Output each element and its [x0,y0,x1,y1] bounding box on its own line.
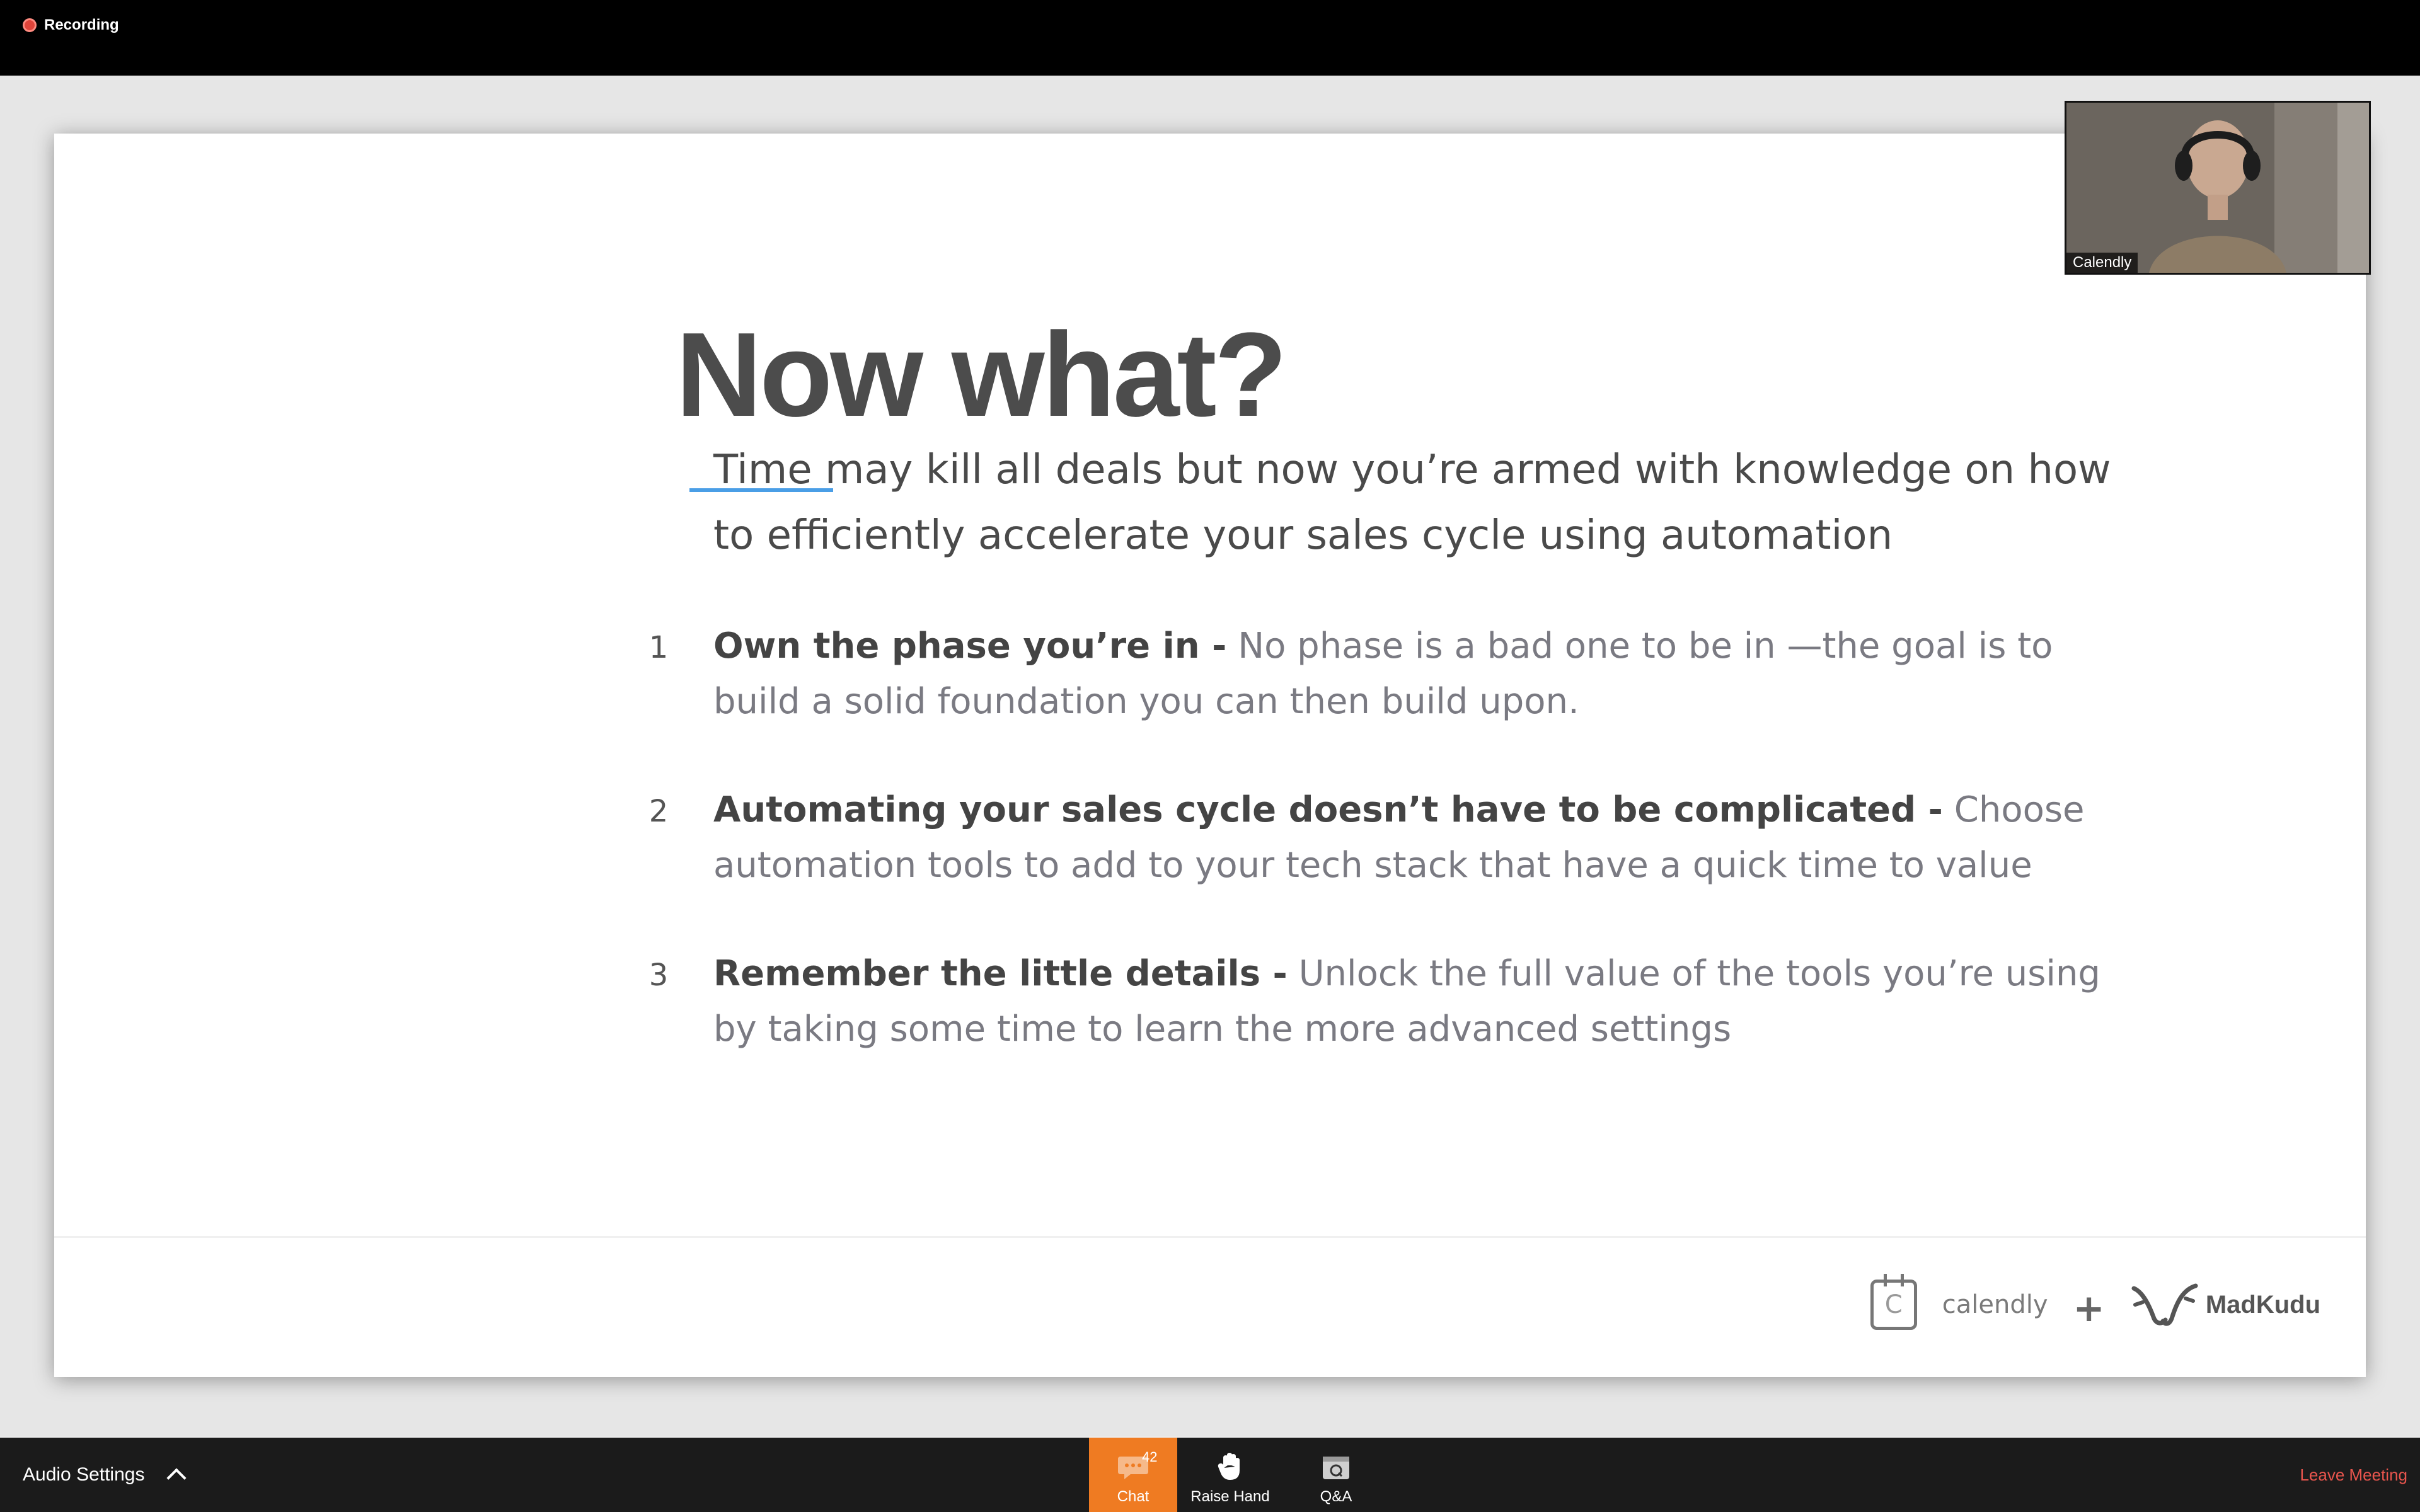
list-item-text: Automating your sales cycle doesn’t have… [713,782,2119,893]
leave-meeting-button[interactable]: Leave Meeting [2300,1465,2407,1485]
calendly-icon-letter: C [1884,1290,1903,1319]
list-item-heading: Automating your sales cycle doesn’t have… [713,789,1943,830]
participant-name: Calendly [2066,253,2138,273]
speaker-video-image [2066,103,2369,273]
recording-label: Recording [44,16,119,33]
participant-video[interactable]: Calendly [2065,101,2371,275]
footer-logos: C calendly + MadKudu [1870,1274,2320,1331]
list-item: 3 Remember the little details - Unlock t… [637,946,2149,1110]
calendly-logo-text: calendly [1942,1290,2048,1319]
meeting-controls-bar: Audio Settings 42 Chat Raise Hand Q&A Le… [0,1438,2420,1512]
qa-button[interactable]: Q&A [1292,1446,1380,1512]
chevron-up-icon[interactable] [166,1468,187,1488]
calendly-logo-icon: C [1870,1274,1917,1330]
chat-label: Chat [1117,1488,1150,1505]
raise-hand-icon [1218,1453,1240,1480]
qa-label: Q&A [1320,1488,1352,1505]
audio-settings-label: Audio Settings [23,1464,145,1485]
list-item-text: Remember the little details - Unlock the… [713,946,2119,1057]
list-item-number: 3 [648,958,669,993]
list-item: 2 Automating your sales cycle doesn’t ha… [637,782,2149,946]
plus-sign: + [2073,1286,2105,1331]
slide-intro: Time may kill all deals but now you’re a… [713,447,2111,559]
list-item-heading: Remember the little details - [713,953,1288,994]
takeaway-list: 1 Own the phase you’re in - No phase is … [637,619,2149,1110]
recording-indicator: Recording [23,16,119,34]
audio-settings-button[interactable]: Audio Settings [23,1464,187,1488]
footer-divider [54,1236,2366,1238]
raise-hand-label: Raise Hand [1190,1488,1270,1505]
slide-title: Now what? [676,308,1288,442]
chat-button[interactable]: 42 Chat [1089,1438,1177,1512]
record-icon [23,18,37,32]
chat-count-badge: 42 [1142,1449,1158,1465]
list-item-number: 2 [648,794,669,829]
madkudu-logo-text: MadKudu [2205,1290,2320,1319]
list-item: 1 Own the phase you’re in - No phase is … [637,619,2149,782]
list-item-number: 1 [648,630,669,665]
list-item-text: Own the phase you’re in - No phase is a … [713,619,2119,730]
top-bar: Recording [0,0,2420,76]
raise-hand-button[interactable]: Raise Hand [1186,1446,1274,1512]
list-item-heading: Own the phase you’re in - [713,626,1227,667]
qa-icon [1323,1457,1349,1479]
madkudu-antlers-icon [2131,1283,2198,1326]
madkudu-logo: MadKudu [2130,1280,2320,1330]
